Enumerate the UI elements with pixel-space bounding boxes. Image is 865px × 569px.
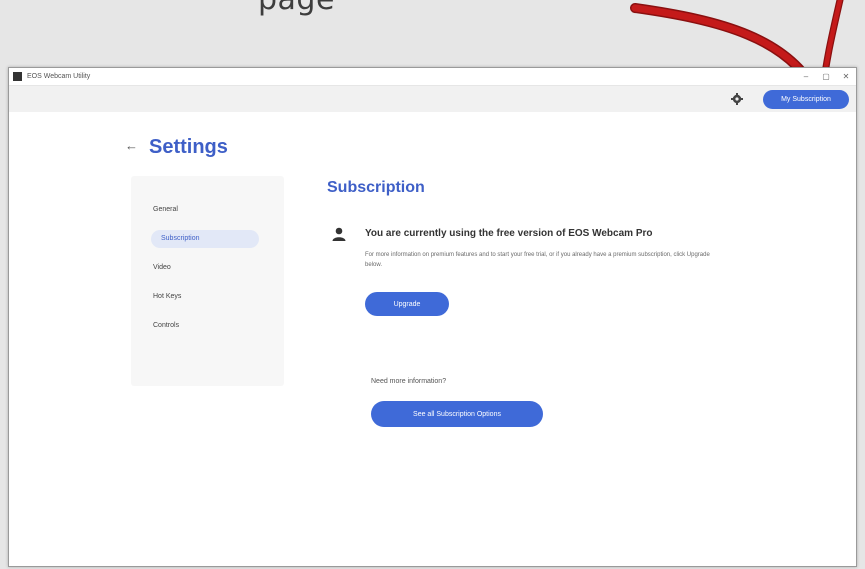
window-titlebar: EOS Webcam Utility – ▢ ✕	[9, 68, 856, 86]
page-title: Settings	[149, 136, 228, 158]
window-title: EOS Webcam Utility	[27, 73, 91, 80]
subscription-heading: You are currently using the free version…	[365, 228, 653, 239]
close-button[interactable]: ✕	[836, 68, 856, 85]
top-toolbar: My Subscription	[9, 86, 856, 112]
subscription-card: You are currently using the free version…	[321, 208, 753, 346]
more-info-text: Need more information?	[371, 378, 447, 385]
my-subscription-button[interactable]: My Subscription	[763, 89, 849, 109]
app-window: EOS Webcam Utility – ▢ ✕ My Subscription…	[8, 67, 857, 567]
caption-text: page	[258, 0, 335, 17]
subscription-description: For more information on premium features…	[365, 252, 710, 268]
section-title: Subscription	[327, 179, 425, 196]
nav-item-hot-keys[interactable]: Hot Keys	[153, 293, 181, 300]
nav-item-subscription[interactable]: Subscription	[151, 230, 259, 248]
app-icon	[13, 72, 22, 81]
maximize-button[interactable]: ▢	[816, 68, 836, 85]
window-controls: – ▢ ✕	[796, 68, 856, 85]
subscription-options-button[interactable]: See all Subscription Options	[371, 401, 543, 427]
nav-item-general[interactable]: General	[153, 206, 178, 213]
settings-nav: General Subscription Video Hot Keys Cont…	[131, 176, 284, 386]
back-arrow-icon[interactable]: ←	[125, 138, 138, 153]
nav-item-video[interactable]: Video	[153, 264, 171, 271]
nav-item-controls[interactable]: Controls	[153, 322, 179, 329]
minimize-button[interactable]: –	[796, 68, 816, 85]
upgrade-button[interactable]: Upgrade	[365, 292, 449, 316]
user-icon	[331, 226, 347, 242]
gear-icon[interactable]	[729, 91, 745, 107]
